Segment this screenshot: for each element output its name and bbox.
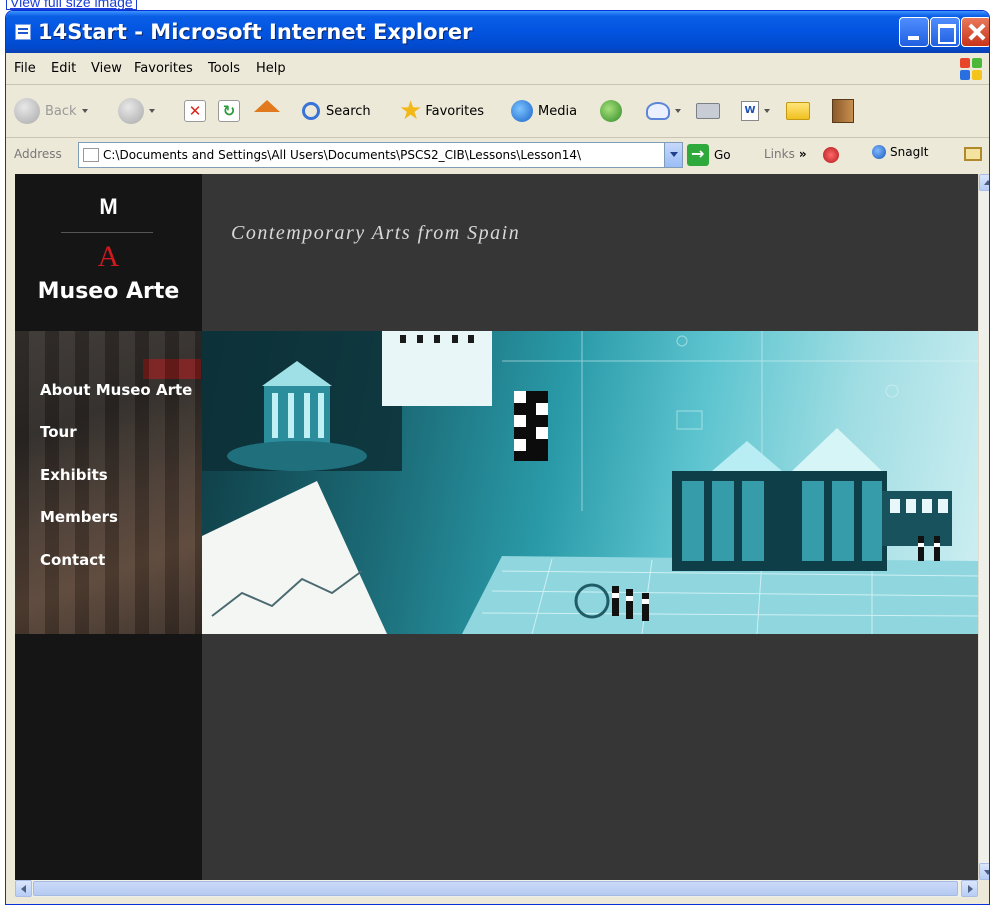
browser-window: 14Start - Microsoft Internet Explorer Fi… [5,10,990,905]
logo-monogram-m: M [99,194,118,219]
back-arrow-icon [14,98,40,124]
media-button[interactable]: Media [511,96,577,126]
history-icon [600,100,622,122]
go-button[interactable]: Go [687,144,731,166]
logo-monogram-a: A [97,240,120,273]
site-tagline: Contemporary Arts from Spain [231,222,521,244]
refresh-icon: ↻ [218,100,240,122]
media-globe-icon [511,100,533,122]
menu-edit[interactable]: Edit [51,61,76,76]
mail-icon [646,102,670,120]
go-label: Go [714,148,731,162]
horizontal-scrollbar[interactable] [15,880,978,897]
print-button[interactable] [696,96,720,126]
history-button[interactable] [600,96,622,126]
menu-bar: File Edit View Favorites Tools Help [6,53,989,85]
nav-members[interactable]: Members [40,508,118,526]
hero-banner-image [202,331,978,634]
close-button[interactable] [961,17,989,47]
menu-favorites[interactable]: Favorites [134,61,193,76]
windows-logo-icon [959,57,983,81]
forward-button[interactable] [118,96,155,126]
address-bar: Address C:\Documents and Settings\All Us… [6,139,989,171]
chevron-right-icon: » [798,147,807,161]
search-label: Search [326,103,371,119]
logo-divider [61,232,153,233]
snagit-button[interactable]: SnagIt [872,145,928,159]
folder-icon [786,102,810,120]
favorites-star-icon: ★ [399,96,423,126]
page-icon [15,24,31,40]
address-value[interactable]: C:\Documents and Settings\All Users\Docu… [103,148,658,162]
nav-tour[interactable]: Tour [40,423,77,441]
page-viewport: M A Museo Arte Contemporary Arts from Sp… [15,174,978,880]
links-label: Links [764,147,795,161]
window-title: 14Start - Microsoft Internet Explorer [38,20,473,44]
nav-exhibits[interactable]: Exhibits [40,466,108,484]
refresh-button[interactable]: ↻ [218,96,240,126]
snagit-capture-icon[interactable] [964,147,982,161]
menu-help[interactable]: Help [256,61,286,76]
media-label: Media [538,103,578,119]
stop-button[interactable]: ✕ [184,96,206,126]
go-arrow-icon [687,144,709,166]
nav-about[interactable]: About Museo Arte [40,381,192,399]
snagit-icon [872,145,886,159]
scrollbar-corner [978,880,989,897]
minimize-button[interactable] [899,17,929,47]
home-button[interactable] [254,96,280,126]
back-label: Back [45,103,77,119]
forward-arrow-icon [118,98,144,124]
menu-tools[interactable]: Tools [208,61,240,76]
title-bar: 14Start - Microsoft Internet Explorer [6,11,989,53]
printer-icon [696,103,720,119]
mail-button[interactable] [646,96,681,126]
stop-icon: ✕ [184,100,206,122]
horizontal-scroll-thumb[interactable] [33,881,958,896]
scroll-down-button[interactable] [979,863,989,880]
scroll-up-button[interactable] [979,174,989,191]
research-button[interactable] [832,96,854,126]
favorites-label: Favorites [425,103,485,119]
search-icon [302,102,320,120]
address-field[interactable]: C:\Documents and Settings\All Users\Docu… [78,142,683,168]
site-logo-name[interactable]: Museo Arte [15,279,202,304]
vertical-scrollbar[interactable] [978,174,989,880]
favorites-button[interactable]: ★ Favorites [399,96,484,126]
home-icon [254,100,280,112]
document-icon [83,148,99,162]
maximize-button[interactable] [930,17,960,47]
word-edit-icon: W [741,101,759,121]
scroll-left-button[interactable] [15,880,32,897]
address-label: Address [14,147,62,161]
menu-file[interactable]: File [14,61,36,76]
scroll-right-button[interactable] [961,880,978,897]
nav-contact[interactable]: Contact [40,551,105,569]
snagit-label: SnagIt [890,145,929,159]
research-icon [832,99,854,123]
site-nav: About Museo Arte Tour Exhibits Members C… [15,331,202,634]
menu-view[interactable]: View [91,61,122,76]
search-button[interactable]: Search [302,96,371,126]
links-button[interactable]: Links» [764,147,807,161]
back-button[interactable]: Back [14,96,88,126]
standard-toolbar: Back ✕ ↻ Search ★ Favorites Media W [6,86,989,138]
address-dropdown-button[interactable] [664,143,682,167]
view-full-size-link[interactable]: View full size image [6,0,137,10]
discuss-button[interactable] [786,96,810,126]
toolbar-addon-icon[interactable] [823,147,839,163]
architecture-collage [202,331,978,634]
edit-button[interactable]: W [741,96,770,126]
